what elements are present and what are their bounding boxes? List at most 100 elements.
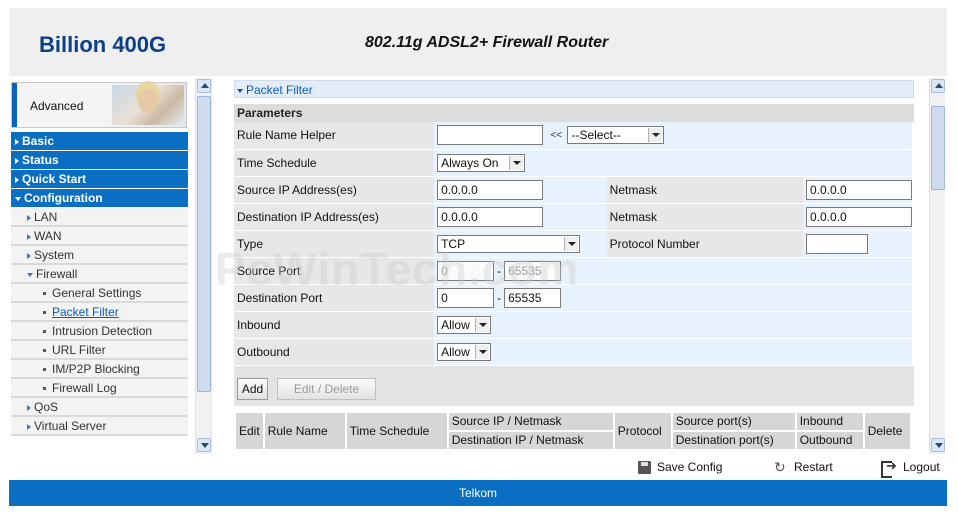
sidebar-item-virtual-server[interactable]: Virtual Server	[11, 417, 188, 436]
form-row-time-schedule: Time Schedule Always On	[234, 149, 912, 177]
save-config-button[interactable]: Save Config	[638, 460, 722, 476]
sidebar-item-firewall-log[interactable]: Firewall Log	[11, 379, 188, 398]
type-cell: TCP	[434, 230, 607, 258]
source-netmask-input[interactable]: 0.0.0.0	[806, 179, 912, 200]
col-outbound: Outbound	[794, 429, 865, 451]
dest-ip-label: Destination IP Address(es)	[234, 203, 435, 231]
logout-label: Logout	[903, 460, 940, 474]
source-ip-input[interactable]: 0.0.0.0	[437, 179, 544, 200]
product-title: 802.11g ADSL2+ Firewall Router	[365, 34, 609, 51]
sidebar-item-label: Packet Filter	[52, 305, 119, 319]
sidebar-menu: Basic Status Quick Start Configuration L…	[11, 132, 188, 436]
col-source-ip-netmask: Source IP / Netmask	[446, 410, 615, 432]
add-button[interactable]: Add	[237, 377, 268, 400]
sidebar-item-url-filter[interactable]: URL Filter	[11, 341, 188, 360]
scroll-down-button[interactable]	[197, 438, 211, 452]
source-port-from-input[interactable]: 0	[437, 260, 495, 281]
outbound-controls: Allow	[434, 338, 912, 366]
col-time-schedule: Time Schedule	[344, 410, 449, 451]
bullet-icon	[43, 311, 46, 315]
type-value: TCP	[441, 236, 466, 251]
dest-netmask-label: Netmask	[606, 203, 803, 231]
chevron-right-icon	[15, 157, 19, 164]
dest-ip-input[interactable]: 0.0.0.0	[437, 206, 544, 227]
sidebar-item-label: Status	[22, 153, 59, 167]
logout-button[interactable]: Logout	[881, 458, 940, 479]
button-row: Add Edit / Delete	[234, 365, 914, 406]
chevron-up-icon	[201, 83, 209, 88]
sidebar-item-label: Quick Start	[22, 172, 87, 186]
sidebar-scrollbar[interactable]	[195, 78, 211, 454]
scroll-down-button[interactable]	[931, 438, 945, 452]
save-config-label: Save Config	[657, 460, 723, 474]
sidebar-item-label: Firewall	[36, 267, 78, 281]
scroll-up-button[interactable]	[931, 79, 945, 93]
dest-port-label: Destination Port	[234, 284, 435, 312]
restart-button[interactable]: Restart	[774, 459, 833, 476]
form-row-source-port: Source Port 0-65535	[234, 257, 912, 285]
edit-delete-button[interactable]: Edit / Delete	[277, 377, 376, 400]
sidebar-item-qos[interactable]: QoS	[11, 398, 188, 417]
sidebar-item-label: Configuration	[24, 191, 103, 205]
sidebar-item-wan[interactable]: WAN	[11, 227, 188, 246]
inbound-label: Inbound	[234, 311, 435, 339]
scroll-up-button[interactable]	[197, 79, 211, 93]
rule-helper-value: --Select--	[571, 128, 621, 143]
col-dest-ports: Destination port(s)	[670, 429, 797, 451]
sidebar-item-general-settings[interactable]: General Settings	[11, 284, 188, 303]
form-row-outbound: Outbound Allow	[234, 338, 912, 366]
rule-name-separator: <<	[550, 129, 563, 141]
source-netmask-label: Netmask	[606, 176, 803, 204]
sidebar-item-firewall[interactable]: Firewall	[11, 265, 188, 284]
outbound-select[interactable]: Allow	[437, 342, 492, 361]
dropdown-arrow-icon	[648, 128, 663, 143]
panel-title[interactable]: Packet Filter	[234, 80, 914, 98]
footer-bar: Telkom	[9, 480, 947, 506]
dropdown-arrow-icon	[475, 317, 490, 332]
dest-port-controls: 0-65535	[434, 284, 912, 312]
rules-header-row: Edit Rule Name Time Schedule Source IP /…	[234, 410, 913, 451]
packet-filter-panel: Packet Filter Parameters Rule Name Helpe…	[234, 80, 914, 451]
source-ip-label: Source IP Address(es)	[234, 176, 435, 204]
sidebar-item-basic[interactable]: Basic	[11, 132, 188, 151]
type-select[interactable]: TCP	[437, 234, 581, 253]
rule-name-helper-label: Rule Name Helper	[234, 122, 435, 150]
col-dest-ip-netmask: Destination IP / Netmask	[446, 429, 615, 451]
dropdown-arrow-icon	[475, 344, 490, 359]
dest-port-from-input[interactable]: 0	[437, 287, 495, 308]
scroll-thumb[interactable]	[197, 96, 211, 392]
time-schedule-label: Time Schedule	[234, 149, 435, 177]
scroll-thumb[interactable]	[931, 106, 945, 190]
rule-helper-select[interactable]: --Select--	[567, 126, 665, 145]
sidebar-item-label: System	[34, 248, 75, 262]
dest-port-to-input[interactable]: 65535	[504, 287, 562, 308]
main-scrollbar[interactable]	[929, 78, 945, 454]
form-row-dest-ip: Destination IP Address(es) 0.0.0.0 Netma…	[234, 203, 912, 231]
sidebar-item-label: Basic	[22, 134, 55, 148]
bullet-icon	[43, 330, 46, 334]
col-inbound: Inbound	[794, 410, 865, 432]
sidebar-item-quick-start[interactable]: Quick Start	[11, 170, 188, 189]
time-schedule-value: Always On	[441, 155, 499, 170]
advanced-banner[interactable]: Advanced	[11, 82, 187, 128]
sidebar-item-configuration[interactable]: Configuration	[11, 189, 188, 208]
sidebar-item-lan[interactable]: LAN	[11, 208, 188, 227]
sidebar-item-status[interactable]: Status	[11, 151, 188, 170]
sidebar-item-label: WAN	[34, 229, 62, 243]
time-schedule-select[interactable]: Always On	[437, 153, 526, 172]
source-port-to-input[interactable]: 65535	[504, 260, 562, 281]
rules-table: Edit Rule Name Time Schedule Source IP /…	[234, 410, 913, 451]
col-rule-name: Rule Name	[262, 410, 347, 451]
header: Billion 400G 802.11g ADSL2+ Firewall Rou…	[9, 8, 947, 76]
protocol-number-input[interactable]	[806, 233, 868, 254]
sidebar-item-intrusion-detection[interactable]: Intrusion Detection	[11, 322, 188, 341]
sidebar-item-label: IM/P2P Blocking	[52, 362, 140, 376]
rule-name-input[interactable]	[437, 125, 544, 146]
inbound-select[interactable]: Allow	[437, 315, 492, 334]
dest-netmask-input[interactable]: 0.0.0.0	[806, 206, 912, 227]
chevron-up-icon	[935, 83, 943, 88]
sidebar-item-system[interactable]: System	[11, 246, 188, 265]
sidebar-item-im-p2p-blocking[interactable]: IM/P2P Blocking	[11, 360, 188, 379]
chevron-right-icon	[27, 423, 31, 430]
sidebar-item-packet-filter[interactable]: Packet Filter	[11, 303, 188, 322]
